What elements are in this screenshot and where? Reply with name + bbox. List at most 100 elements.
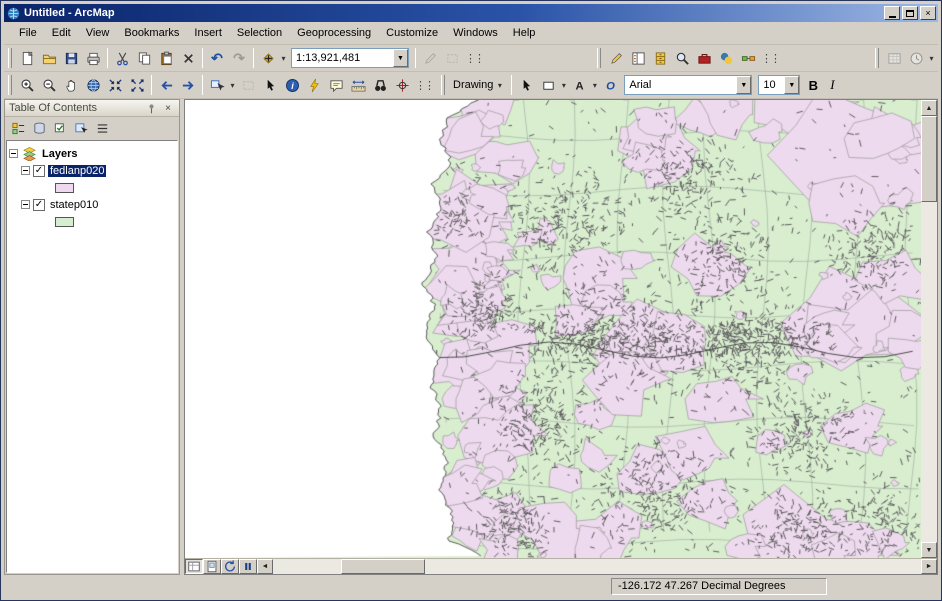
collapse-icon[interactable] [9,149,18,158]
menu-geoprocessing[interactable]: Geoprocessing [290,24,378,42]
font-size-dropdown-button[interactable]: ▼ [784,76,799,94]
toolbar-dropdown-icon[interactable]: ▾ [927,54,936,63]
layer-symbol-row[interactable] [55,179,175,196]
list-by-source-icon[interactable] [29,119,49,139]
next-extent-icon[interactable] [177,74,199,96]
paste-icon[interactable] [155,47,177,69]
time-slider-icon[interactable] [905,47,927,69]
add-data-icon[interactable] [257,47,279,69]
layer-checkbox[interactable]: ✓ [33,199,45,211]
identify-icon[interactable]: i [281,74,303,96]
select-features-dropdown-icon[interactable]: ▾ [228,81,237,90]
fixed-zoom-out-icon[interactable] [126,74,148,96]
toolbar-grip[interactable] [441,75,445,95]
zoom-in-icon[interactable] [16,74,38,96]
html-popup-icon[interactable] [325,74,347,96]
python-window-icon[interactable] [715,47,737,69]
scale-value[interactable]: 1:13,921,481 [292,52,393,64]
redo-icon[interactable]: ↷ [228,47,250,69]
scale-combobox[interactable]: 1:13,921,481 ▼ [291,48,409,68]
toolbar-grip[interactable] [597,48,601,68]
font-name-combobox[interactable]: Arial ▼ [624,75,752,95]
map-canvas[interactable] [185,100,921,558]
toolbar-overflow-icon[interactable]: ⋮⋮ [415,79,425,92]
menu-file[interactable]: File [12,24,44,42]
italic-button[interactable]: I [823,74,841,96]
clear-selection-icon[interactable] [237,74,259,96]
scroll-right-button[interactable]: ► [921,559,937,574]
fedlanp020-symbol-swatch[interactable] [55,183,74,193]
layer-row-fedlanp020[interactable]: ✓ fedlanp020 [21,162,175,179]
new-text-tool-icon[interactable]: A [568,74,590,96]
scroll-up-button[interactable]: ▲ [921,100,937,116]
modelbuilder-icon[interactable] [737,47,759,69]
draw-select-elements-icon[interactable] [515,74,537,96]
list-by-visibility-icon[interactable] [50,119,70,139]
go-to-xy-icon[interactable] [391,74,413,96]
toolbar-grip[interactable] [875,48,879,68]
layer-symbol-row[interactable] [55,213,175,230]
layer-checkbox[interactable]: ✓ [33,165,45,177]
menu-selection[interactable]: Selection [230,24,289,42]
table-of-contents-window-icon[interactable] [627,47,649,69]
list-by-drawing-order-icon[interactable] [8,119,28,139]
text-tool-dropdown-icon[interactable]: ▾ [590,81,599,90]
horizontal-scroll-thumb[interactable] [341,559,425,574]
minimize-button[interactable] [884,6,900,20]
layers-root-label[interactable]: Layers [40,148,79,160]
fixed-zoom-in-icon[interactable] [104,74,126,96]
vertical-scroll-thumb[interactable] [921,116,937,202]
pause-drawing-button[interactable] [239,559,257,574]
menu-edit[interactable]: Edit [45,24,78,42]
previous-extent-icon[interactable] [155,74,177,96]
layer-row-statep010[interactable]: ✓ statep010 [21,196,175,213]
font-name-value[interactable]: Arial [625,79,736,91]
collapse-icon[interactable] [21,200,30,209]
scale-dropdown-button[interactable]: ▼ [393,49,408,67]
drawing-menu-button[interactable]: Drawing ▾ [449,74,508,96]
font-size-combobox[interactable]: 10 ▼ [758,75,800,95]
title-bar[interactable]: Untitled - ArcMap × [4,4,938,22]
vertical-scrollbar[interactable]: ▲ ▼ [921,100,937,558]
toolbar-overflow-icon[interactable]: ⋮⋮ [761,52,771,65]
layer-label[interactable]: statep010 [48,199,100,211]
full-extent-icon[interactable] [82,74,104,96]
toolbar-grip[interactable] [8,75,12,95]
collapse-icon[interactable] [21,166,30,175]
statep010-symbol-swatch[interactable] [55,217,74,227]
select-features-icon[interactable] [206,74,228,96]
open-icon[interactable] [38,47,60,69]
arctoolbox-icon[interactable] [693,47,715,69]
draw-shape-dropdown-icon[interactable]: ▾ [559,81,568,90]
layout-view-button[interactable] [203,559,221,574]
data-view-button[interactable] [185,559,203,574]
toc-pin-button[interactable] [144,102,158,115]
save-icon[interactable] [60,47,82,69]
list-by-selection-icon[interactable] [71,119,91,139]
pan-icon[interactable] [60,74,82,96]
toolbar-overflow-icon[interactable]: ⋮⋮ [465,52,475,65]
copy-icon[interactable] [133,47,155,69]
find-icon[interactable] [369,74,391,96]
zoom-out-icon[interactable] [38,74,60,96]
refresh-view-button[interactable] [221,559,239,574]
horizontal-scroll-track[interactable] [425,559,921,574]
layers-root-row[interactable]: Layers [9,145,175,162]
vertical-scroll-track[interactable] [921,202,937,542]
layer-label[interactable]: fedlanp020 [48,165,106,177]
horizontal-scrollbar[interactable]: ◄ ► [257,559,937,574]
bold-button[interactable]: B [803,74,823,96]
new-map-icon[interactable] [16,47,38,69]
search-window-icon[interactable] [671,47,693,69]
select-elements-icon[interactable] [259,74,281,96]
menu-insert[interactable]: Insert [187,24,229,42]
scroll-down-button[interactable]: ▼ [921,542,937,558]
delete-icon[interactable] [177,47,199,69]
undo-icon[interactable]: ↶ [206,47,228,69]
print-icon[interactable] [82,47,104,69]
draw-shape-tool-icon[interactable] [537,74,559,96]
menu-customize[interactable]: Customize [379,24,445,42]
edit-tool-icon[interactable] [419,47,441,69]
toolbar-grip[interactable] [8,48,12,68]
menu-bookmarks[interactable]: Bookmarks [117,24,186,42]
